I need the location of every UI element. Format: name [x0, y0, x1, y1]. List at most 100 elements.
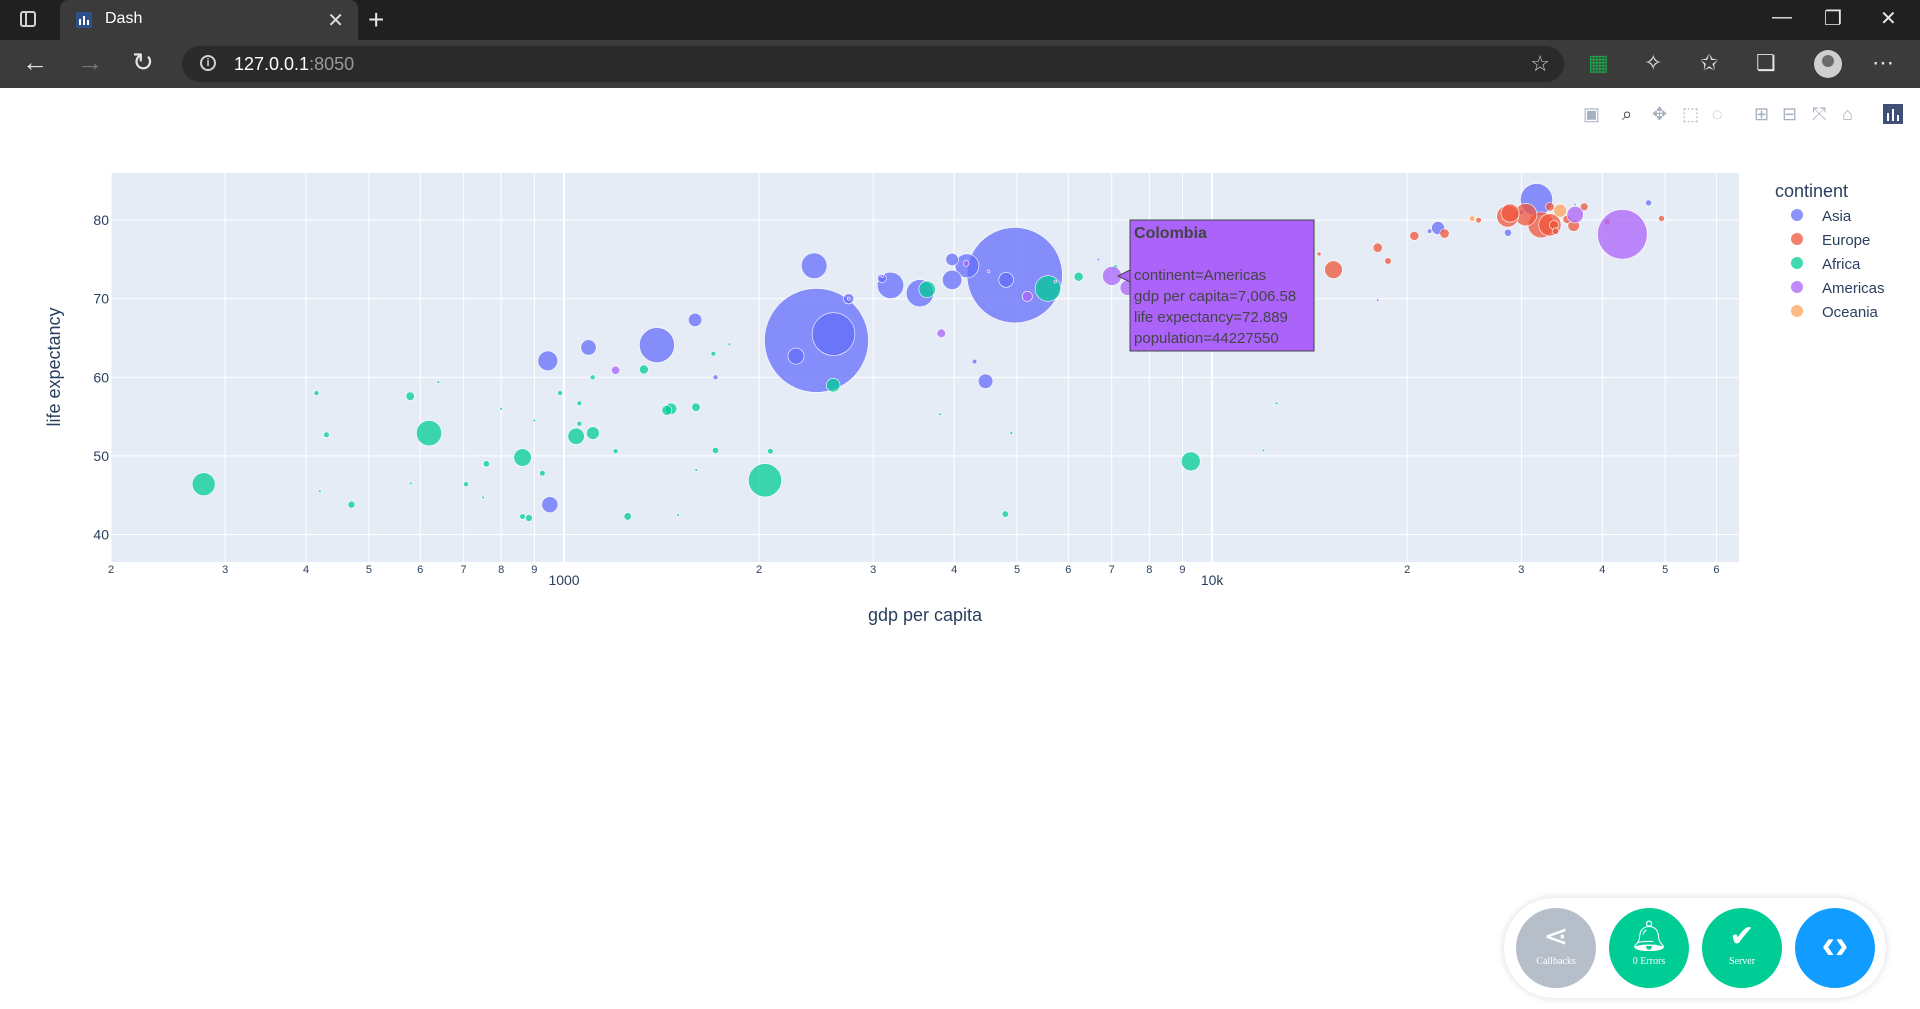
data-point-africa [1073, 271, 1084, 282]
x-tick-label: 3 [222, 564, 228, 576]
data-point-americas [1123, 269, 1135, 281]
y-tick-label: 70 [93, 291, 109, 307]
data-point-africa [1112, 264, 1119, 271]
favorites-icon[interactable]: ✩ [1700, 50, 1718, 76]
puzzle-icon[interactable]: ✧ [1644, 50, 1662, 76]
data-point-europe [1538, 213, 1562, 237]
data-point-asia [537, 350, 558, 372]
bubble-chart: 2 3 4 5 6 7 8 910002 3 4 5 6 7 8 910k2 3 4 5 6 4050607080 … [44, 173, 1885, 625]
code-toggle-button[interactable]: ‹› [1795, 908, 1875, 988]
legend-item-europe: Europe [1822, 232, 1870, 249]
reset-axes-icon[interactable]: ⌂ [1842, 104, 1853, 125]
data-point-europe [1545, 202, 1555, 212]
url-text[interactable]: 127.0.0.1:8050 [234, 54, 354, 75]
refresh-icon[interactable]: ↻ [132, 48, 154, 76]
minimize-icon[interactable]: — [1772, 6, 1792, 29]
data-point-africa [826, 378, 841, 393]
new-tab-button[interactable]: + [368, 4, 384, 36]
camera-icon[interactable]: ▣ [1583, 104, 1600, 125]
box-select-icon[interactable]: ⬚ [1682, 104, 1699, 125]
data-point-africa [557, 390, 563, 396]
data-point-americas [1225, 226, 1232, 233]
data-point-asia [877, 273, 887, 283]
data-point-americas [1241, 262, 1258, 278]
data-point-africa [623, 512, 632, 521]
data-point-asia [1645, 199, 1652, 207]
data-point-europe [1567, 219, 1580, 232]
pan-icon[interactable]: ✥ [1652, 104, 1667, 125]
browser-tab-strip: Dash ✕ + — ❐ ✕ [0, 0, 1920, 40]
data-point-americas [880, 274, 885, 278]
data-point-asia [1427, 228, 1433, 234]
server-button[interactable]: ✔ Server [1702, 908, 1782, 988]
data-point-asia [971, 358, 978, 365]
data-point-europe [1475, 216, 1482, 224]
x-tick-label: 1000 [548, 572, 579, 588]
browser-tab[interactable]: Dash ✕ [60, 0, 358, 40]
data-point-americas [1132, 243, 1143, 254]
data-point-asia [905, 279, 934, 308]
zoom-icon[interactable]: ⌕ [1622, 104, 1632, 125]
data-point-africa [1261, 448, 1266, 453]
more-icon[interactable]: ⋯ [1872, 50, 1894, 76]
data-point-asia [966, 227, 1063, 324]
data-point-africa [665, 402, 678, 415]
data-point-americas [1053, 279, 1058, 284]
y-tick-label: 80 [93, 212, 109, 228]
check-icon: ✔ [1729, 920, 1755, 953]
legend: continent Asia Europe Africa Americas Oceani… [1775, 181, 1885, 321]
x-axis-ticks: 2 3 4 5 6 7 8 9 1000 2 3 4 5 6 7 8 9 10k 2 3 4 5 6 [108, 564, 1720, 588]
window-close-icon[interactable]: ✕ [1880, 6, 1897, 31]
data-point-asia [1431, 221, 1445, 235]
data-point-americas [846, 297, 851, 301]
info-icon[interactable]: i [200, 55, 216, 71]
data-point-asia [945, 252, 959, 267]
data-point-asia [942, 269, 963, 290]
forward-icon[interactable]: → [77, 48, 103, 76]
callbacks-button[interactable]: ⋖ Callbacks [1516, 908, 1596, 988]
data-point-europe [1527, 211, 1555, 239]
data-point-asia [811, 312, 856, 356]
lasso-select-icon[interactable]: ◌ [1712, 104, 1723, 125]
callbacks-label: Callbacks [1536, 956, 1576, 967]
data-point-americas [1164, 259, 1205, 300]
data-point-europe [1658, 215, 1665, 222]
zoom-out-icon[interactable]: ⊟ [1782, 104, 1797, 125]
restore-icon[interactable]: ❐ [1824, 6, 1842, 31]
data-point-africa [499, 407, 503, 411]
browser-toolbar: ← → ↻ i 127.0.0.1:8050 ☆ ▦ ✧ ✩ ❏ ⋯ [0, 40, 1920, 88]
data-point-asia [541, 496, 559, 514]
address-bar[interactable]: i 127.0.0.1:8050 ☆ [182, 46, 1564, 82]
data-point-africa [513, 448, 532, 467]
profile-icon[interactable] [1814, 50, 1842, 78]
data-point-asia [801, 252, 828, 279]
data-point-africa [589, 374, 596, 381]
data-point-africa [1274, 401, 1279, 405]
plot-area[interactable] [111, 173, 1739, 562]
favorites-add-icon[interactable]: ☆ [1530, 51, 1550, 77]
data-point-africa [532, 418, 537, 423]
data-point-asia [1573, 202, 1577, 206]
plotly-logo-icon[interactable] [1883, 104, 1903, 124]
zoom-in-icon[interactable]: ⊞ [1754, 104, 1769, 125]
x-tick-label: 8 [1146, 564, 1152, 576]
collections-icon[interactable]: ❏ [1756, 50, 1776, 76]
tab-close-icon[interactable]: ✕ [327, 8, 344, 33]
data-point-americas [1597, 209, 1648, 260]
server-label: Server [1728, 956, 1756, 967]
data-point-africa [347, 500, 356, 509]
x-tick-label: 7 [1109, 564, 1115, 576]
legend-item-africa: Africa [1822, 256, 1861, 273]
extension-icon[interactable]: ▦ [1588, 50, 1609, 76]
y-axis-label: life expectancy [44, 307, 64, 426]
workspaces-icon[interactable] [20, 11, 36, 27]
data-point-africa [1009, 431, 1014, 435]
legend-title: continent [1775, 181, 1848, 201]
back-icon[interactable]: ← [22, 48, 48, 76]
data-point-europe [1384, 257, 1392, 265]
dash-devtools: ⋖ Callbacks 🔔︎ 0 Errors ✔ Server ‹› [1504, 898, 1886, 998]
data-point-asia [764, 288, 869, 393]
autoscale-icon[interactable]: ⤧ [1812, 104, 1826, 125]
errors-button[interactable]: 🔔︎ 0 Errors [1609, 908, 1689, 988]
data-point-africa [661, 405, 673, 416]
